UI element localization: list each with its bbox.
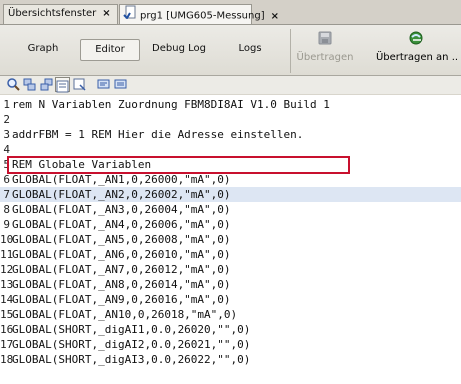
code-line[interactable]: 18 GLOBAL(SHORT,_digAI3,0.0,26022,"",0) [0,352,461,367]
transfer-button[interactable]: Übertragen [296,29,354,73]
shape-forward-icon[interactable] [22,77,37,92]
debug-log-button[interactable]: Debug Log [148,39,210,61]
code-line[interactable]: 4 [0,142,461,157]
line-text: GLOBAL(SHORT,_digAI3,0.0,26022,"",0) [12,353,251,366]
document-tab-strip: Übersichtsfenster × prg1 [UMG605-Messung]… [0,0,461,25]
graph-button[interactable]: Graph [18,39,68,61]
tab-overview-close-icon[interactable]: × [102,8,110,19]
line-text: GLOBAL(FLOAT,_AN8,0,26014,"mA",0) [12,278,231,291]
line-number: 12 [0,263,14,276]
line-text: addrFBM = 1 REM Hier die Adresse einstel… [12,128,304,141]
line-text: GLOBAL(FLOAT,_AN5,0,26008,"mA",0) [12,233,231,246]
line-text: GLOBAL(FLOAT,_AN1,0,26000,"mA",0) [12,173,231,186]
outline-active-icon[interactable] [55,77,70,93]
address-line-highlight [7,156,350,174]
tab-overview[interactable]: Übersichtsfenster × [3,4,118,24]
code-line[interactable]: 11 GLOBAL(FLOAT,_AN6,0,26010,"mA",0) [0,247,461,262]
line-text: GLOBAL(FLOAT,_AN4,0,26006,"mA",0) [12,218,231,231]
line-text: GLOBAL(SHORT,_digAI2,0.0,26021,"",0) [12,338,251,351]
line-text: GLOBAL(SHORT,_digAI1,0.0,26020,"",0) [12,323,251,336]
code-line[interactable]: 16 GLOBAL(SHORT,_digAI1,0.0,26020,"",0) [0,322,461,337]
line-number: 6 [3,173,10,186]
code-editor[interactable]: 1 rem N Variablen Zuordnung FBM8DI8AI V1.… [0,95,461,384]
program-document-icon [123,5,137,26]
line-number: 3 [3,128,10,141]
logs-button[interactable]: Logs [228,39,272,61]
toolbar-separator [290,29,291,73]
view-toolbar: Graph Editor Debug Log Logs Übertragen Ü… [0,25,461,76]
transfer-to-icon [374,31,460,48]
line-text: rem N Variablen Zuordnung FBM8DI8AI V1.0… [12,98,330,111]
line-number: 7 [3,188,10,201]
line-text: GLOBAL(FLOAT,_AN7,0,26012,"mA",0) [12,263,231,276]
line-text: GLOBAL(FLOAT,_AN3,0,26004,"mA",0) [12,203,231,216]
transfer-label: Übertragen [296,52,354,63]
transfer-to-label: Übertragen an .. [375,52,459,63]
code-line-current[interactable]: 7 GLOBAL(FLOAT,_AN2,0,26002,"mA",0) [0,187,461,202]
code-line[interactable]: 3 addrFBM = 1 REM Hier die Adresse einste… [0,127,461,142]
line-number: 18 [0,353,14,366]
code-line[interactable]: 10 GLOBAL(FLOAT,_AN5,0,26008,"mA",0) [0,232,461,247]
line-number: 15 [0,308,14,321]
tab-overview-label: Übersichtsfenster [8,8,97,19]
outline-icon[interactable] [72,77,87,92]
line-text: GLOBAL(FLOAT,_AN6,0,26010,"mA",0) [12,248,231,261]
editor-button[interactable]: Editor [80,39,140,61]
zoom-icon[interactable] [6,77,21,92]
line-number: 11 [0,248,14,261]
editor-icon-toolbar [0,76,461,94]
code-line[interactable]: 9 GLOBAL(FLOAT,_AN4,0,26006,"mA",0) [0,217,461,232]
line-number: 16 [0,323,14,336]
line-number: 2 [3,113,10,126]
line-number: 10 [0,233,14,246]
code-line[interactable]: 15 GLOBAL(FLOAT,_AN10,0,26018,"mA",0) [0,307,461,322]
line-number: 9 [3,218,10,231]
line-number: 4 [3,143,10,156]
line-text: GLOBAL(FLOAT,_AN9,0,26016,"mA",0) [12,293,231,306]
line-number: 17 [0,338,14,351]
comment-icon[interactable] [96,77,111,92]
code-line[interactable]: 17 GLOBAL(SHORT,_digAI2,0.0,26021,"",0) [0,337,461,352]
line-text: GLOBAL(FLOAT,_AN2,0,26002,"mA",0) [12,188,231,201]
transfer-to-button[interactable]: Übertragen an .. [374,29,460,73]
shape-back-icon[interactable] [39,77,54,92]
line-number: 13 [0,278,14,291]
transfer-icon [296,31,354,48]
line-number: 8 [3,203,10,216]
code-line[interactable]: 2 [0,112,461,127]
tab-program-label: prg1 [UMG605-Messung] [140,10,265,22]
line-number: 1 [3,98,10,111]
tab-program-close-icon[interactable]: × [271,11,279,22]
tab-program[interactable]: prg1 [UMG605-Messung] × [119,4,279,26]
code-line[interactable]: 14 GLOBAL(FLOAT,_AN9,0,26016,"mA",0) [0,292,461,307]
code-line[interactable]: 1 rem N Variablen Zuordnung FBM8DI8AI V1.… [0,97,461,112]
line-text: GLOBAL(FLOAT,_AN10,0,26018,"mA",0) [12,308,238,321]
code-line[interactable]: 12 GLOBAL(FLOAT,_AN7,0,26012,"mA",0) [0,262,461,277]
code-line[interactable]: 13 GLOBAL(FLOAT,_AN8,0,26014,"mA",0) [0,277,461,292]
uncomment-icon[interactable] [113,77,128,92]
line-number: 14 [0,293,14,306]
code-line[interactable]: 8 GLOBAL(FLOAT,_AN3,0,26004,"mA",0) [0,202,461,217]
code-line[interactable]: 6 GLOBAL(FLOAT,_AN1,0,26000,"mA",0) [0,172,461,187]
